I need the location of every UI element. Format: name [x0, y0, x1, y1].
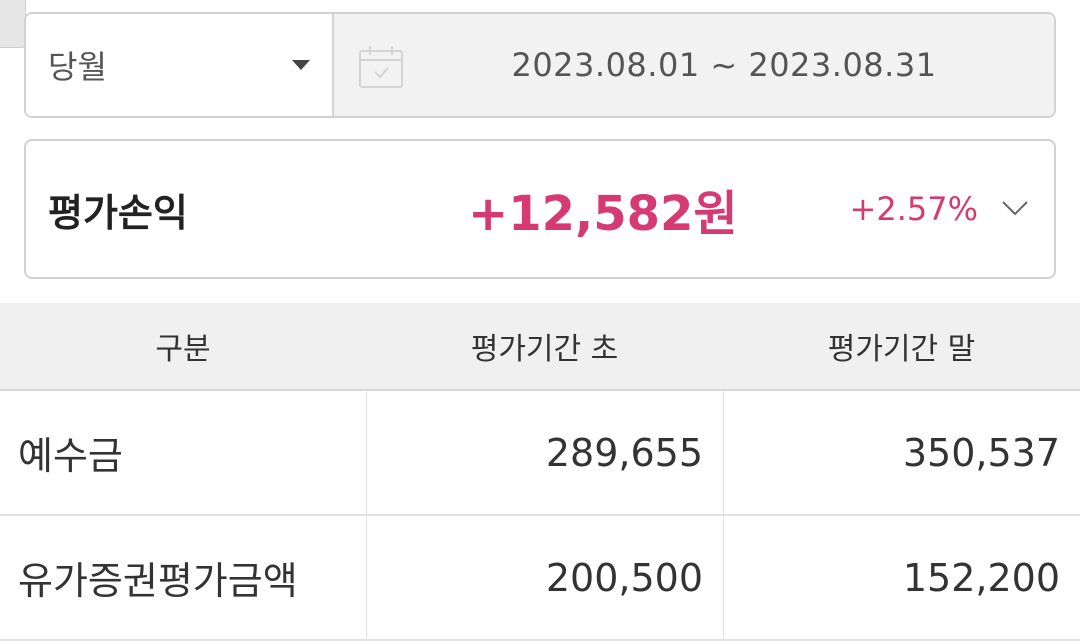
row-label: 유가증권평가금액 [18, 559, 298, 603]
row-end-value: 152,200 [723, 516, 1080, 639]
header-period-start: 평가기간 초 [470, 332, 619, 367]
calendar-icon [359, 46, 403, 88]
table-row: 예수금 289,655 350,537 [0, 391, 1080, 516]
corner-tab [0, 0, 26, 48]
date-range-picker[interactable]: 2023.08.01 ~ 2023.08.31 [334, 14, 1054, 116]
profit-loss-summary[interactable]: 평가손익 +12,582원 +2.57% [24, 139, 1056, 279]
table-header: 구분 평가기간 초 평가기간 말 [0, 303, 1080, 391]
profit-loss-rate: +2.57% [849, 190, 978, 228]
header-period-end: 평가기간 말 [827, 332, 976, 367]
dropdown-caret-icon [292, 60, 310, 70]
row-label: 예수금 [18, 434, 123, 478]
profit-loss-label: 평가손익 [48, 190, 188, 235]
valuation-table: 구분 평가기간 초 평가기간 말 예수금 289,655 350,537 유가증… [0, 303, 1080, 641]
row-start-value: 289,655 [366, 391, 723, 514]
period-select[interactable]: 당월 [26, 14, 334, 116]
row-start-value: 200,500 [366, 516, 723, 639]
header-category: 구분 [155, 332, 211, 367]
chevron-down-icon[interactable] [1000, 193, 1030, 223]
table-row: 유가증권평가금액 200,500 152,200 [0, 516, 1080, 641]
date-range-text: 2023.08.01 ~ 2023.08.31 [511, 46, 937, 84]
period-filter: 당월 2023.08.01 ~ 2023.08.31 [24, 12, 1056, 118]
row-end-value: 350,537 [723, 391, 1080, 514]
profit-loss-amount: +12,582원 [468, 186, 738, 242]
period-select-value: 당월 [48, 48, 107, 86]
